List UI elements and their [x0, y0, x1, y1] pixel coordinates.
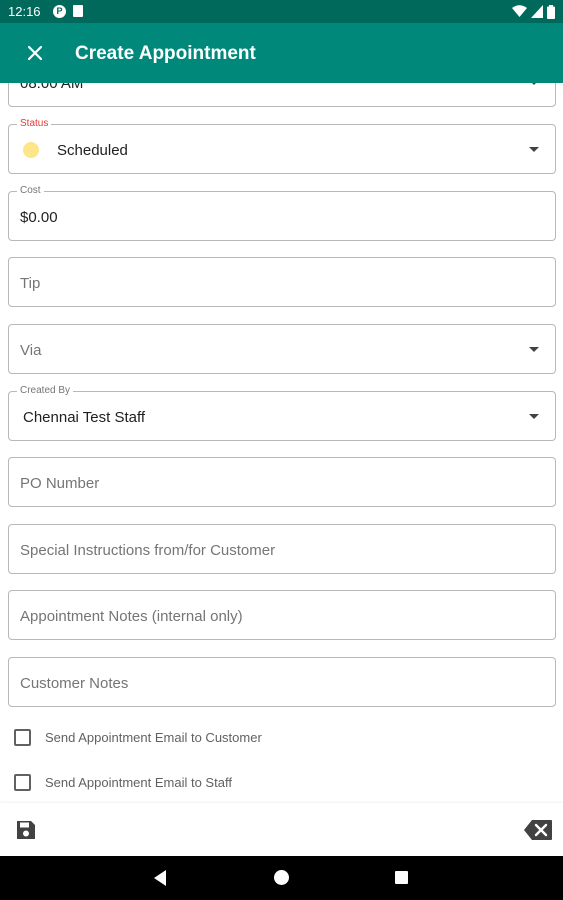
recent-apps-icon[interactable] [395, 871, 408, 884]
sd-card-icon [73, 5, 83, 17]
status-icons [512, 4, 555, 19]
chevron-down-icon [529, 347, 539, 352]
appointment-form[interactable]: 08:00 AM Status Scheduled Cost $0.00 Tip… [0, 83, 563, 803]
customer-notes-field[interactable]: Customer Notes [8, 657, 556, 707]
time-select[interactable]: 08:00 AM [8, 83, 556, 107]
chevron-down-icon [529, 147, 539, 152]
email-customer-label: Send Appointment Email to Customer [45, 729, 262, 745]
save-icon [17, 821, 35, 839]
email-staff-option[interactable]: Send Appointment Email to Staff [14, 772, 232, 792]
email-customer-checkbox[interactable] [14, 728, 31, 746]
cost-field[interactable]: Cost $0.00 [8, 185, 556, 241]
bottom-toolbar [0, 803, 563, 856]
tip-placeholder: Tip [20, 275, 41, 292]
tip-field[interactable]: Tip [8, 257, 556, 307]
via-placeholder: Via [20, 342, 42, 359]
appointment-notes-field[interactable]: Appointment Notes (internal only) [8, 590, 556, 640]
save-button[interactable] [14, 818, 38, 842]
email-staff-checkbox[interactable] [14, 773, 31, 791]
cost-label: Cost [17, 185, 44, 197]
via-select[interactable]: Via [8, 324, 556, 374]
status-label: Status [17, 118, 52, 130]
status-select[interactable]: Status Scheduled [8, 118, 556, 174]
time-value: 08:00 AM [20, 83, 84, 92]
close-button[interactable] [20, 38, 50, 68]
close-icon [27, 45, 43, 61]
signal-icon [531, 5, 543, 18]
po-number-placeholder: PO Number [20, 475, 100, 492]
app-bar: Create Appointment [0, 23, 563, 83]
created-by-value: Chennai Test Staff [23, 409, 146, 426]
appointment-notes-placeholder: Appointment Notes (internal only) [20, 608, 243, 625]
backspace-icon [524, 820, 552, 840]
battery-icon [547, 4, 555, 19]
status-color-icon [23, 142, 39, 158]
clear-button[interactable] [523, 819, 553, 841]
special-instructions-field[interactable]: Special Instructions from/for Customer [8, 524, 556, 574]
app-notification-icon: P [53, 5, 66, 18]
customer-notes-placeholder: Customer Notes [20, 675, 129, 692]
email-staff-label: Send Appointment Email to Staff [45, 774, 232, 790]
back-icon[interactable] [154, 870, 166, 886]
status-time: 12:16 [8, 4, 41, 19]
home-icon[interactable] [274, 870, 289, 885]
system-navigation-bar [0, 856, 563, 900]
wifi-icon [512, 5, 527, 17]
page-title: Create Appointment [75, 43, 256, 64]
chevron-down-icon [529, 83, 539, 85]
cost-value: $0.00 [20, 209, 58, 226]
system-status-bar: 12:16 P [0, 0, 563, 23]
special-instructions-placeholder: Special Instructions from/for Customer [20, 542, 276, 559]
po-number-field[interactable]: PO Number [8, 457, 556, 507]
email-customer-option[interactable]: Send Appointment Email to Customer [14, 727, 262, 747]
chevron-down-icon [529, 414, 539, 419]
created-by-label: Created By [17, 385, 74, 397]
status-value: Scheduled [57, 142, 128, 159]
created-by-select[interactable]: Created By Chennai Test Staff [8, 385, 556, 441]
